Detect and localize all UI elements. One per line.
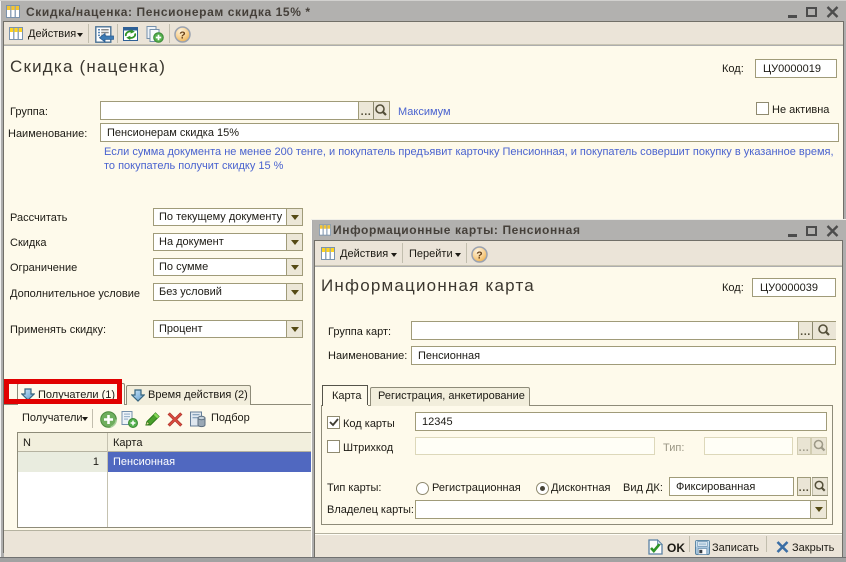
svg-text:?: ? — [179, 30, 185, 42]
svg-text:?: ? — [476, 250, 482, 262]
